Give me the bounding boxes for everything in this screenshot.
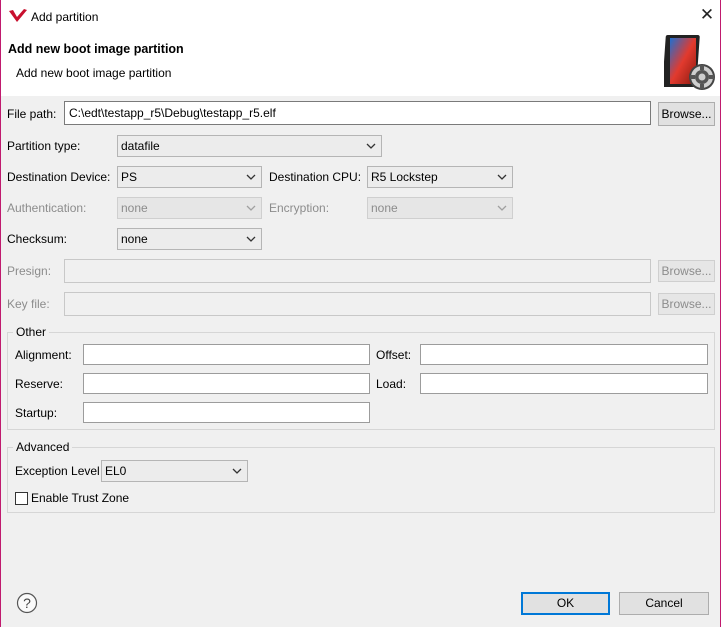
presign-browse-button: Browse... [658,260,715,282]
presign-label: Presign: [7,264,52,278]
key-file-browse-button: Browse... [658,293,715,315]
destination-cpu-label: Destination CPU: [269,170,362,184]
header-title: Add new boot image partition [8,42,184,56]
checksum-label: Checksum: [7,232,68,246]
offset-input[interactable] [420,344,708,365]
ok-button[interactable]: OK [521,592,610,615]
advanced-group-title: Advanced [13,440,73,454]
destination-cpu-value: R5 Lockstep [371,170,438,184]
other-group-title: Other [13,325,50,339]
chevron-down-icon [497,174,507,180]
trust-zone-label: Enable Trust Zone [31,491,130,505]
partition-type-value: datafile [121,139,160,153]
chevron-down-icon [497,205,507,211]
destination-device-value: PS [121,170,138,184]
file-path-browse-button[interactable]: Browse... [658,102,715,126]
authentication-value: none [121,201,148,215]
partition-type-select[interactable]: datafile [117,135,382,157]
chevron-down-icon [232,468,242,474]
app-logo-icon [9,9,27,22]
header-subtitle: Add new boot image partition [16,66,172,80]
destination-device-select[interactable]: PS [117,166,262,188]
authentication-label: Authentication: [7,201,87,215]
encryption-label: Encryption: [269,201,330,215]
authentication-select: none [117,197,262,219]
startup-input[interactable] [83,402,370,423]
exception-level-value: EL0 [105,464,127,478]
encryption-value: none [371,201,398,215]
chevron-down-icon [246,236,256,242]
file-path-label: File path: [7,107,57,121]
checksum-select[interactable]: none [117,228,262,250]
exception-level-label: Exception Level [15,464,100,478]
alignment-input[interactable] [83,344,370,365]
trust-zone-checkbox[interactable] [15,492,28,505]
encryption-select: none [367,197,513,219]
partition-type-label: Partition type: [7,139,81,153]
help-icon[interactable]: ? [16,592,38,614]
destination-device-label: Destination Device: [7,170,111,184]
close-icon[interactable]: ✕ [697,5,717,25]
help-symbol: ? [23,595,31,611]
load-label: Load: [376,377,407,391]
startup-label: Startup: [15,406,58,420]
load-input[interactable] [420,373,708,394]
title-bar [1,0,720,32]
file-path-input[interactable]: C:\edt\testapp_r5\Debug\testapp_r5.elf [64,101,651,125]
chevron-down-icon [366,143,376,149]
boot-image-gear-icon [664,35,715,90]
presign-input [64,259,651,283]
reserve-input[interactable] [83,373,370,394]
chevron-down-icon [246,205,256,211]
chevron-down-icon [246,174,256,180]
reserve-label: Reserve: [15,377,64,391]
destination-cpu-select[interactable]: R5 Lockstep [367,166,513,188]
key-file-label: Key file: [7,297,50,311]
key-file-input [64,292,651,316]
checksum-value: none [121,232,148,246]
offset-label: Offset: [376,348,412,362]
alignment-label: Alignment: [15,348,72,362]
exception-level-select[interactable]: EL0 [101,460,248,482]
cancel-button[interactable]: Cancel [619,592,709,615]
window-title: Add partition [31,10,99,24]
